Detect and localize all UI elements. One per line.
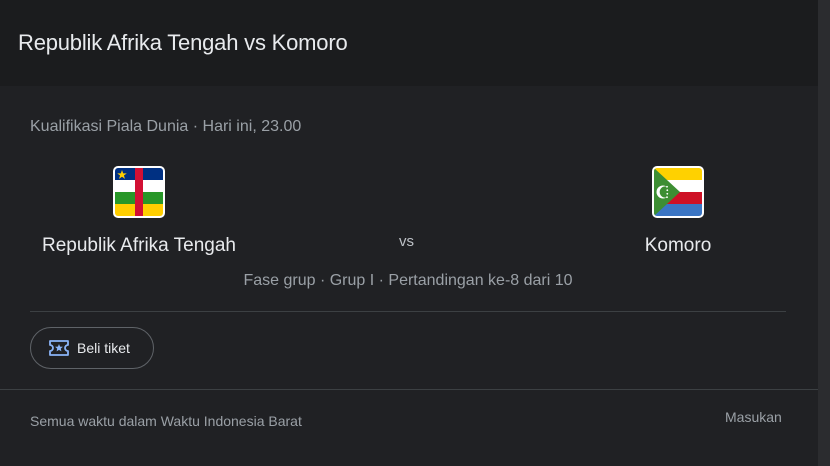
home-team-flag[interactable] [113,166,165,218]
ticket-icon [49,340,69,356]
card-header: Republik Afrika Tengah vs Komoro [0,0,818,86]
buy-ticket-label: Beli tiket [77,340,130,356]
match-card: Republik Afrika Tengah vs Komoro Kualifi… [0,0,830,466]
divider [30,311,786,312]
feedback-link[interactable]: Masukan [725,409,782,425]
away-team-name[interactable]: Komoro [645,235,712,257]
match-stage: Fase grup · Grup I · Pertandingan ke-8 d… [243,272,573,289]
home-team-name[interactable]: Republik Afrika Tengah [42,235,236,257]
page-title: Republik Afrika Tengah vs Komoro [18,30,348,55]
away-team-flag[interactable] [652,166,704,218]
buy-ticket-button[interactable]: Beli tiket [30,327,154,369]
right-edge-panel [818,0,830,466]
car-flag-icon [115,168,163,216]
competition-time: Kualifikasi Piala Dunia · Hari ini, 23.0… [30,118,302,135]
footer-divider [0,389,818,390]
comoros-flag-icon [654,168,702,216]
vs-label: vs [399,233,414,250]
timezone-note: Semua waktu dalam Waktu Indonesia Barat [30,413,302,429]
